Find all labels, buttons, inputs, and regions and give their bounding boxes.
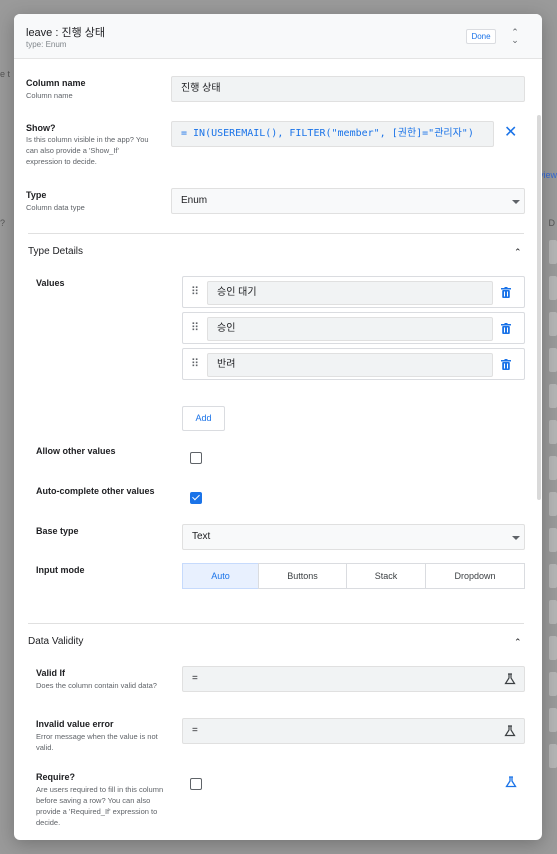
value-input[interactable]: 승인 — [207, 317, 493, 341]
invalid-value-error-description: Error message when the value is not vali… — [36, 732, 158, 752]
type-details-title[interactable]: Type Details — [28, 246, 83, 257]
show-if-expression-input[interactable]: = IN(USEREMAIL(), FILTER("member", [권한]=… — [171, 121, 494, 147]
require-checkbox[interactable] — [190, 778, 202, 790]
collapse-chevron-icon[interactable]: ⌃ — [514, 637, 522, 648]
background-text: e t — [0, 69, 11, 79]
values-label: Values — [36, 278, 65, 288]
require-description: Are users required to fill in this colum… — [36, 785, 164, 827]
expand-collapse-icon[interactable]: ⌃ ⌄ — [508, 28, 522, 45]
type-label: Type — [26, 190, 47, 200]
valid-if-input[interactable]: = — [182, 666, 525, 692]
clear-expression-icon[interactable]: ✕ — [504, 125, 517, 141]
background-cells — [549, 240, 557, 780]
add-value-button[interactable]: Add — [182, 406, 225, 431]
chevron-down-icon — [512, 200, 520, 204]
value-row: ⠿ 승인 대기 — [182, 276, 525, 308]
input-mode-selector: Auto Buttons Stack Dropdown — [182, 563, 525, 589]
invalid-value-error-label: Invalid value error — [36, 719, 114, 729]
drag-handle-icon[interactable]: ⠿ — [191, 357, 199, 371]
column-editor-dialog: leave : 진행 상태 type: Enum Done ⌃ ⌄ Column … — [14, 14, 542, 840]
type-select-value: Enum — [181, 195, 208, 206]
allow-other-values-checkbox[interactable] — [190, 452, 202, 464]
value-row: ⠿ 반려 — [182, 348, 525, 380]
allow-other-values-label: Allow other values — [36, 446, 116, 456]
drag-handle-icon[interactable]: ⠿ — [191, 285, 199, 299]
value-row: ⠿ 승인 — [182, 312, 525, 344]
drag-handle-icon[interactable]: ⠿ — [191, 321, 199, 335]
input-mode-stack[interactable]: Stack — [346, 563, 426, 589]
dialog-header: leave : 진행 상태 type: Enum Done ⌃ ⌄ — [14, 14, 542, 59]
valid-if-value: = — [192, 673, 198, 684]
flask-icon[interactable] — [504, 725, 516, 737]
flask-icon[interactable] — [505, 776, 517, 788]
collapse-chevron-icon[interactable]: ⌃ — [514, 247, 522, 258]
flask-icon[interactable] — [504, 673, 516, 685]
delete-icon[interactable] — [501, 323, 511, 334]
background-text: D — [548, 218, 556, 228]
type-description: Column data type — [26, 203, 85, 212]
show-label: Show? — [26, 123, 56, 133]
dialog-subtitle: type: Enum — [26, 40, 67, 49]
base-type-select[interactable]: Text — [182, 524, 525, 550]
base-type-label: Base type — [36, 526, 79, 536]
value-input[interactable]: 반려 — [207, 353, 493, 377]
require-label: Require? — [36, 772, 76, 782]
type-select[interactable]: Enum — [171, 188, 525, 214]
show-description: Is this column visible in the app? You c… — [26, 135, 149, 166]
valid-if-label: Valid If — [36, 668, 66, 678]
data-validity-title[interactable]: Data Validity — [28, 636, 83, 647]
dialog-title: leave : 진행 상태 — [26, 27, 106, 39]
column-name-input[interactable]: 진행 상태 — [171, 76, 525, 102]
valid-if-description: Does the column contain valid data? — [36, 681, 157, 690]
background-text: ? — [0, 218, 6, 228]
dialog-body: Column name Column name 진행 상태 Show? Is t… — [14, 59, 542, 840]
section-divider — [28, 233, 524, 234]
scrollbar[interactable] — [537, 115, 541, 500]
input-mode-buttons[interactable]: Buttons — [258, 563, 347, 589]
column-name-label: Column name — [26, 78, 86, 88]
base-type-value: Text — [192, 531, 211, 542]
input-mode-dropdown[interactable]: Dropdown — [425, 563, 525, 589]
chevron-down-icon — [512, 536, 520, 540]
value-input[interactable]: 승인 대기 — [207, 281, 493, 305]
invalid-value-error-value: = — [192, 725, 198, 736]
invalid-value-error-input[interactable]: = — [182, 718, 525, 744]
autocomplete-checkbox[interactable] — [190, 492, 202, 504]
done-button[interactable]: Done — [466, 29, 496, 44]
delete-icon[interactable] — [501, 359, 511, 370]
autocomplete-label: Auto-complete other values — [36, 486, 155, 496]
input-mode-label: Input mode — [36, 565, 85, 575]
input-mode-auto[interactable]: Auto — [182, 563, 259, 589]
column-name-description: Column name — [26, 91, 73, 100]
section-divider — [28, 623, 524, 624]
delete-icon[interactable] — [501, 287, 511, 298]
